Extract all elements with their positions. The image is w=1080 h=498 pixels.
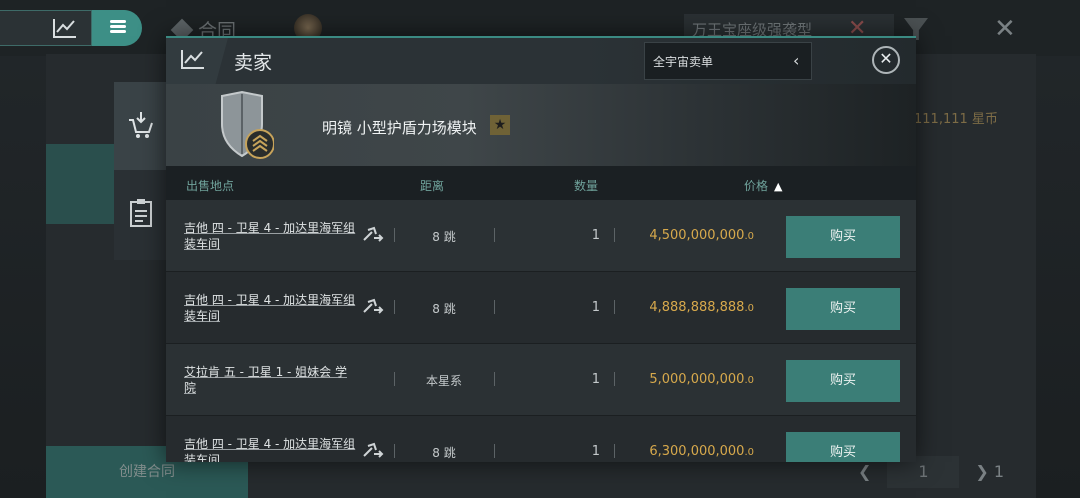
modal-header: 卖家 全宇宙卖单 ‹ ✕ <box>166 38 916 84</box>
price-decimal: .0 <box>744 447 754 458</box>
close-button[interactable]: ✕ <box>872 46 900 74</box>
tab-orders-list[interactable] <box>114 170 166 258</box>
buy-button[interactable]: 购买 <box>786 432 900 462</box>
divider <box>494 372 495 386</box>
list-view-button[interactable] <box>92 10 142 46</box>
table-row: 艾拉肯 五 - 卫星 1 - 姐妹会 学院 本星系 1 5,000,000,00… <box>166 344 916 416</box>
price-integer: 4,500,000,000 <box>649 228 745 243</box>
price-value: 5,000,000,000.0 <box>618 372 754 387</box>
tab-sell-orders[interactable] <box>114 82 166 170</box>
distance-value: 8 跳 <box>432 302 456 316</box>
background-price: 111,111 星币 <box>914 112 998 127</box>
distance-value: 8 跳 <box>432 446 456 460</box>
side-tabs <box>114 82 166 260</box>
sort-ascending-icon: ▲ <box>774 180 783 193</box>
quantity-value: 1 <box>591 300 600 315</box>
modal-title: 卖家 <box>234 52 273 74</box>
item-name: 明镜 小型护盾力场模块 <box>322 119 477 137</box>
sellers-list: 吉他 四 - 卫星 4 - 加达里海军组装车间 8 跳 1 4,500,000,… <box>166 200 916 462</box>
price-decimal: .0 <box>744 303 754 314</box>
column-price[interactable]: 价格 ▲ <box>744 177 782 194</box>
column-location[interactable]: 出售地点 <box>186 177 234 194</box>
table-row: 吉他 四 - 卫星 4 - 加达里海军组装车间 8 跳 1 4,888,888,… <box>166 272 916 344</box>
buy-button[interactable]: 购买 <box>786 288 900 330</box>
price-value: 4,500,000,000.0 <box>618 228 754 243</box>
region-select[interactable]: 全宇宙卖单 ‹ <box>644 42 812 80</box>
prev-page-icon[interactable]: ❮ <box>858 462 871 481</box>
column-quantity[interactable]: 数量 <box>574 177 598 194</box>
quantity-value: 1 <box>591 228 600 243</box>
item-banner: 明镜 小型护盾力场模块 ★ <box>166 84 916 166</box>
sellers-modal: 卖家 全宇宙卖单 ‹ ✕ 明镜 小型护盾力场模块 ★ 出售地点 距离 数量 价格… <box>166 36 916 462</box>
divider <box>614 228 615 242</box>
market-chart-button[interactable] <box>0 10 92 46</box>
route-icon[interactable] <box>362 442 384 460</box>
chart-line-icon <box>53 19 76 38</box>
divider <box>614 372 615 386</box>
price-value: 4,888,888,888.0 <box>618 300 754 315</box>
divider <box>494 300 495 314</box>
divider <box>494 444 495 458</box>
divider <box>614 300 615 314</box>
price-integer: 5,000,000,000 <box>649 372 745 387</box>
sell-location-link[interactable]: 吉他 四 - 卫星 4 - 加达里海军组装车间 <box>184 436 356 462</box>
page-total: 1 <box>993 462 1005 481</box>
table-row: 吉他 四 - 卫星 4 - 加达里海军组装车间 8 跳 1 4,500,000,… <box>166 200 916 272</box>
sell-location-link[interactable]: 艾拉肯 五 - 卫星 1 - 姐妹会 学院 <box>184 364 356 396</box>
distance-value: 本星系 <box>425 374 462 388</box>
route-icon[interactable] <box>362 298 384 316</box>
price-integer: 4,888,888,888 <box>649 300 745 315</box>
column-price-label: 价格 <box>744 179 769 193</box>
close-icon[interactable]: ✕ <box>994 14 1016 44</box>
clipboard-icon <box>130 199 152 227</box>
chart-line-icon <box>181 50 204 69</box>
list-icon <box>106 18 126 38</box>
buy-button[interactable]: 购买 <box>786 216 900 258</box>
column-headers: 出售地点 距离 数量 价格 ▲ <box>166 166 916 200</box>
region-select-value: 全宇宙卖单 <box>653 55 714 69</box>
buy-orders-icon <box>129 112 153 138</box>
quantity-value: 1 <box>591 444 600 459</box>
price-value: 6,300,000,000.0 <box>618 444 754 459</box>
star-icon: ★ <box>490 115 510 135</box>
divider <box>494 228 495 242</box>
background-selected-row <box>46 144 114 224</box>
divider <box>614 444 615 458</box>
sell-location-link[interactable]: 吉他 四 - 卫星 4 - 加达里海军组装车间 <box>184 292 356 324</box>
price-decimal: .0 <box>744 375 754 386</box>
table-row: 吉他 四 - 卫星 4 - 加达里海军组装车间 8 跳 1 6,300,000,… <box>166 416 916 462</box>
chart-tab[interactable] <box>166 38 228 84</box>
price-integer: 6,300,000,000 <box>649 444 745 459</box>
price-decimal: .0 <box>744 231 754 242</box>
next-page-icon[interactable]: ❯ <box>975 462 988 481</box>
sell-location-link[interactable]: 吉他 四 - 卫星 4 - 加达里海军组装车间 <box>184 220 356 252</box>
shield-module-icon <box>221 90 274 159</box>
chevron-left-icon: ‹ <box>793 51 800 70</box>
close-icon: ✕ <box>879 49 893 68</box>
distance-value: 8 跳 <box>432 230 456 244</box>
quantity-value: 1 <box>591 372 600 387</box>
buy-button[interactable]: 购买 <box>786 360 900 402</box>
route-icon[interactable] <box>362 226 384 244</box>
column-distance[interactable]: 距离 <box>420 177 444 194</box>
